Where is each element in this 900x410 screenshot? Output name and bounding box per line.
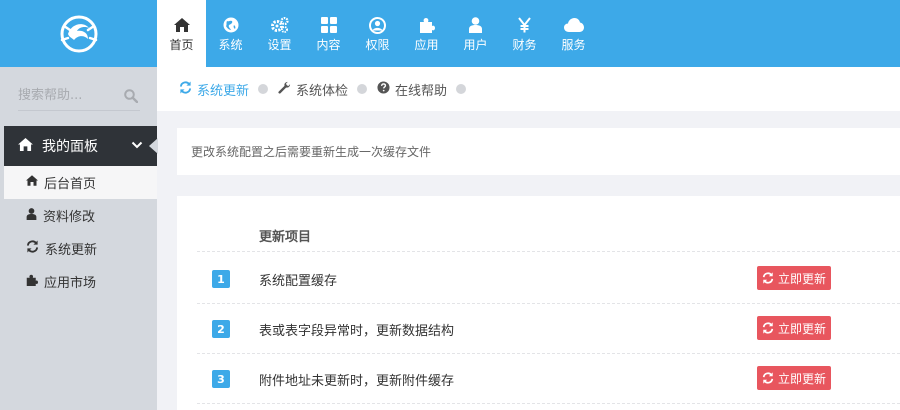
refresh-icon	[179, 80, 192, 98]
notice-box: 更改系统配置之后需要重新生成一次缓存文件	[177, 128, 900, 175]
tab-separator-dot	[258, 84, 269, 94]
chevron-down-icon	[131, 139, 143, 155]
tab-label: 在线帮助	[395, 83, 448, 99]
search-icon[interactable]	[124, 89, 139, 107]
home-icon	[173, 15, 190, 35]
sidebar-item-dashboard[interactable]: 后台首页	[4, 166, 157, 199]
table-row: 2 表或表字段异常时，更新数据结构 立即更新	[197, 304, 900, 354]
table-row: 3 附件地址未更新时，更新附件缓存 立即更新	[197, 354, 900, 404]
user-icon	[26, 207, 37, 224]
button-label: 立即更新	[777, 271, 826, 286]
sidebar-item-app-market[interactable]: 应用市场	[4, 265, 157, 298]
home-icon	[18, 137, 33, 155]
gears-icon	[270, 15, 289, 35]
row-text: 表或表字段异常时，更新数据结构	[259, 324, 455, 339]
sidebar-item-system-update[interactable]: 系统更新	[4, 232, 157, 265]
sidebar-item-label: 后台首页	[44, 177, 97, 192]
nav-item-users[interactable]: 用户	[451, 0, 500, 67]
nav-item-content[interactable]: 内容	[304, 0, 353, 67]
table-row: 1 系统配置缓存 立即更新	[197, 254, 900, 304]
active-indicator-arrow	[149, 138, 158, 154]
main-nav: 首页 系统 设置 内容 权限 应用 用户 财务 服务	[157, 0, 598, 67]
yen-icon	[518, 15, 531, 35]
nav-label: 内容	[316, 38, 341, 52]
panel-title: 我的面板	[42, 139, 98, 155]
sidebar-item-profile[interactable]: 资料修改	[4, 199, 157, 232]
tab-separator-dot	[456, 84, 467, 94]
dragon-logo-icon	[60, 15, 97, 52]
row-text: 附件地址未更新时，更新附件缓存	[259, 374, 455, 389]
tab-label: 系统更新	[197, 83, 250, 99]
sidebar: 我的面板 后台首页 资料修改 系统更新	[0, 67, 158, 410]
row-number-badge: 2	[212, 320, 230, 338]
user-icon	[469, 15, 482, 35]
update-now-button[interactable]: 立即更新	[757, 266, 831, 290]
top-navbar: 首页 系统 设置 内容 权限 应用 用户 财务 服务	[0, 0, 900, 67]
nav-label: 系统	[218, 38, 243, 52]
logo[interactable]	[0, 0, 157, 67]
nav-label: 应用	[414, 38, 439, 52]
sidebar-item-label: 资料修改	[43, 210, 96, 225]
tab-system-update[interactable]: 系统更新	[179, 80, 269, 99]
puzzle-icon	[26, 274, 38, 290]
wrench-icon	[278, 81, 291, 98]
panel-menu: 后台首页 资料修改 系统更新 应用市场	[4, 166, 157, 298]
nav-item-home[interactable]: 首页	[157, 0, 206, 67]
page-tabs: 系统更新 系统体检 在线帮助	[157, 67, 900, 111]
nav-label: 权限	[365, 38, 390, 52]
nav-label: 财务	[512, 38, 537, 52]
button-label: 立即更新	[777, 321, 826, 336]
update-now-button[interactable]: 立即更新	[757, 366, 831, 390]
home-icon	[26, 175, 38, 190]
nav-label: 设置	[267, 38, 292, 52]
nav-label: 首页	[169, 38, 194, 52]
user-circle-icon	[369, 15, 386, 35]
nav-item-apps[interactable]: 应用	[402, 0, 451, 67]
question-icon	[377, 80, 390, 98]
sidebar-item-label: 系统更新	[45, 243, 98, 258]
tab-system-check[interactable]: 系统体检	[278, 80, 368, 99]
refresh-icon	[762, 322, 774, 334]
search-input[interactable]	[18, 81, 116, 109]
search-box	[18, 81, 140, 111]
tab-label: 系统体检	[296, 83, 349, 99]
table-header: 更新项目	[197, 220, 900, 252]
cloud-icon	[563, 15, 584, 35]
notice-text: 更改系统配置之后需要重新生成一次缓存文件	[191, 145, 432, 159]
tab-separator-dot	[357, 84, 368, 94]
refresh-icon	[762, 372, 774, 384]
update-table-card: 更新项目 1 系统配置缓存 立即更新 2 表或表字段异常时，更新数据结构 立即更…	[177, 196, 900, 410]
column-header-update-item: 更新项目	[259, 230, 312, 245]
nav-item-settings[interactable]: 设置	[255, 0, 304, 67]
sidebar-item-label: 应用市场	[44, 276, 97, 291]
refresh-icon	[762, 272, 774, 284]
globe-icon	[223, 15, 239, 35]
row-number-badge: 1	[212, 270, 230, 288]
update-now-button[interactable]: 立即更新	[757, 316, 831, 340]
puzzle-icon	[419, 15, 435, 35]
row-number-badge: 3	[212, 370, 230, 388]
refresh-icon	[26, 240, 39, 257]
grid-icon	[320, 15, 337, 35]
nav-item-system[interactable]: 系统	[206, 0, 255, 67]
nav-label: 用户	[463, 38, 488, 52]
row-text: 系统配置缓存	[259, 274, 338, 289]
panel-header-my-panel[interactable]: 我的面板	[4, 126, 158, 166]
nav-item-finance[interactable]: 财务	[500, 0, 549, 67]
nav-item-permissions[interactable]: 权限	[353, 0, 402, 67]
nav-item-services[interactable]: 服务	[549, 0, 598, 67]
nav-label: 服务	[561, 38, 586, 52]
button-label: 立即更新	[777, 371, 826, 386]
tab-online-help[interactable]: 在线帮助	[377, 80, 467, 99]
